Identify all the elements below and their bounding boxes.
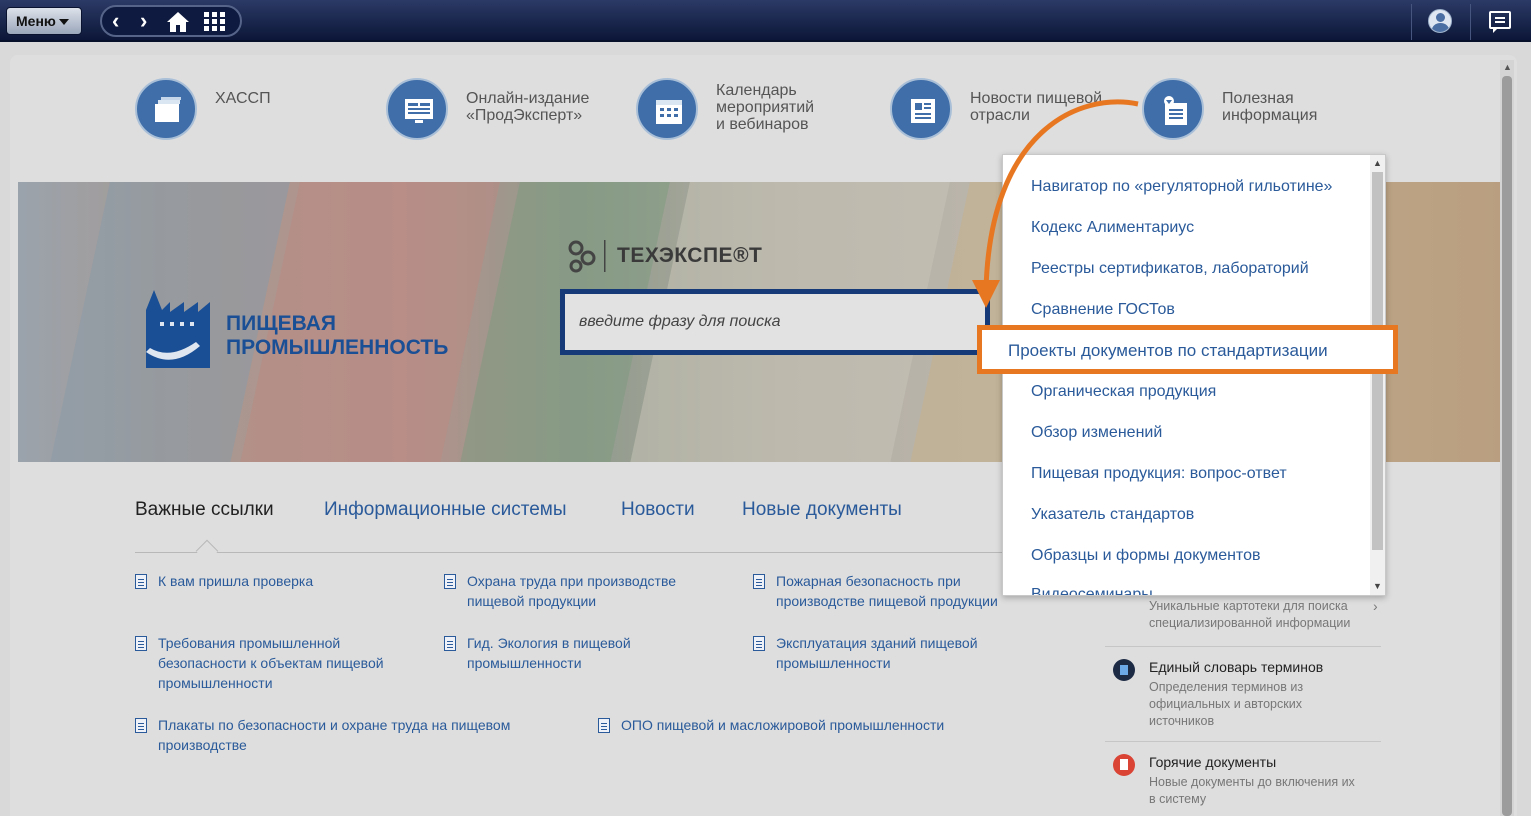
menu-button-label: Меню	[16, 13, 56, 29]
tabs-divider	[135, 552, 1005, 553]
hot-document-icon	[1113, 754, 1135, 776]
tab-new-documents[interactable]: Новые документы	[742, 499, 902, 521]
tab-news[interactable]: Новости	[621, 499, 695, 521]
toolbar-separator	[1470, 4, 1471, 40]
monitor-icon	[386, 78, 448, 140]
side-item-desc: Уникальные картотеки для поиска специали…	[1149, 599, 1351, 630]
toolbar-separator	[1411, 4, 1412, 40]
link-label: Требования промышленной безопасности к о…	[158, 635, 384, 691]
side-divider	[1105, 646, 1381, 647]
caret-down-icon	[58, 19, 69, 26]
dictionary-icon	[1113, 659, 1135, 681]
top-toolbar: Меню ‹ ›	[0, 0, 1531, 42]
document-icon	[135, 636, 147, 651]
user-profile-icon[interactable]	[1428, 9, 1452, 33]
document-icon	[444, 574, 456, 589]
category-label: ХАССП	[215, 90, 271, 107]
home-icon[interactable]	[166, 11, 190, 37]
side-item-title: Единый словарь терминов	[1149, 659, 1324, 675]
search-input[interactable]	[565, 294, 985, 350]
link-label: Охрана труда при производстве пищевой пр…	[467, 573, 677, 609]
link-industrial-safety[interactable]: Требования промышленной безопасности к о…	[135, 633, 384, 693]
back-arrow-icon[interactable]: ‹	[112, 10, 119, 32]
side-item-hot-documents[interactable]: Горячие документы Новые документы до вкл…	[1105, 754, 1381, 814]
folders-icon	[135, 78, 197, 140]
food-industry-logo-icon	[140, 290, 222, 373]
document-icon	[753, 636, 765, 651]
apps-grid-icon[interactable]	[204, 12, 226, 36]
forward-arrow-icon[interactable]: ›	[140, 10, 147, 32]
dropdown-item[interactable]: Указатель стандартов	[1031, 506, 1194, 524]
tab-important-links[interactable]: Важные ссылки	[135, 499, 274, 521]
messages-icon[interactable]	[1489, 11, 1511, 33]
link-label: ОПО пищевой и масложировой промышленност…	[621, 717, 945, 733]
category-label: Календарь мероприятий и вебинаров	[716, 82, 815, 133]
document-icon	[753, 574, 765, 589]
brand-title: ПИЩЕВАЯ ПРОМЫШЛЕННОСТЬ	[226, 312, 449, 359]
link-fire-safety[interactable]: Пожарная безопасность при производстве п…	[753, 571, 998, 611]
newspaper-icon	[890, 78, 952, 140]
dropdown-item[interactable]: Обзор изменений	[1031, 424, 1162, 442]
calendar-icon	[636, 78, 698, 140]
side-item-desc: Определения терминов из официальных и ав…	[1149, 680, 1304, 728]
side-item-title: Горячие документы	[1149, 754, 1277, 770]
document-icon	[598, 718, 610, 733]
tab-info-systems[interactable]: Информационные системы	[324, 499, 566, 521]
link-inspection[interactable]: К вам пришла проверка	[135, 571, 313, 591]
link-safety-posters[interactable]: Плакаты по безопасности и охране труда н…	[135, 715, 510, 755]
side-divider	[1105, 741, 1381, 742]
link-label: Эксплуатация зданий пищевой промышленнос…	[776, 635, 978, 671]
side-item-glossary[interactable]: Единый словарь терминов Определения терм…	[1105, 659, 1381, 731]
dropdown-item[interactable]: Видеосеминары	[1031, 586, 1153, 595]
link-labor-safety[interactable]: Охрана труда при производстве пищевой пр…	[444, 571, 676, 611]
link-label: К вам пришла проверка	[158, 573, 314, 589]
document-icon	[135, 718, 147, 733]
document-icon	[444, 636, 456, 651]
dropdown-item[interactable]: Пищевая продукция: вопрос-ответ	[1031, 465, 1287, 483]
scroll-up-icon[interactable]: ▲	[1503, 62, 1512, 72]
link-hazardous-facilities[interactable]: ОПО пищевой и масложировой промышленност…	[598, 715, 944, 735]
link-label: Гид. Экология в пищевой промышленности	[467, 635, 631, 671]
techexpert-logo-icon	[566, 238, 606, 279]
page-scrollbar-thumb[interactable]	[1502, 76, 1512, 816]
link-label: Пожарная безопасность при производстве п…	[776, 573, 998, 609]
link-label: Плакаты по безопасности и охране труда н…	[158, 717, 511, 753]
dropdown-item[interactable]: Органическая продукция	[1031, 383, 1216, 401]
search-box[interactable]	[560, 289, 990, 355]
annotation-arrow-icon	[972, 99, 1139, 308]
document-icon	[135, 574, 147, 589]
highlighted-dropdown-item[interactable]: Проекты документов по стандартизации	[977, 325, 1398, 374]
menu-button[interactable]: Меню	[6, 7, 82, 35]
side-item-desc: Новые документы до включения их в систем…	[1149, 775, 1355, 806]
scroll-up-icon[interactable]: ▲	[1373, 158, 1382, 168]
navigation-group: ‹ ›	[100, 5, 242, 37]
category-label: Полезная информация	[1222, 90, 1318, 124]
chevron-right-icon: ›	[1373, 598, 1378, 614]
highlighted-item-label: Проекты документов по стандартизации	[1008, 341, 1328, 360]
link-building-operation[interactable]: Эксплуатация зданий пищевой промышленнос…	[753, 633, 978, 673]
dropdown-item[interactable]: Образцы и формы документов	[1031, 547, 1260, 565]
link-ecology-guide[interactable]: Гид. Экология в пищевой промышленности	[444, 633, 631, 673]
scroll-down-icon[interactable]: ▼	[1373, 581, 1382, 591]
category-label: Онлайн-издание «ПродЭксперт»	[466, 90, 590, 124]
techexpert-brand: ТЕХЭКСПЕ®Т	[617, 244, 763, 267]
side-item-card-files[interactable]: Уникальные картотеки для поиска специали…	[1105, 598, 1381, 638]
